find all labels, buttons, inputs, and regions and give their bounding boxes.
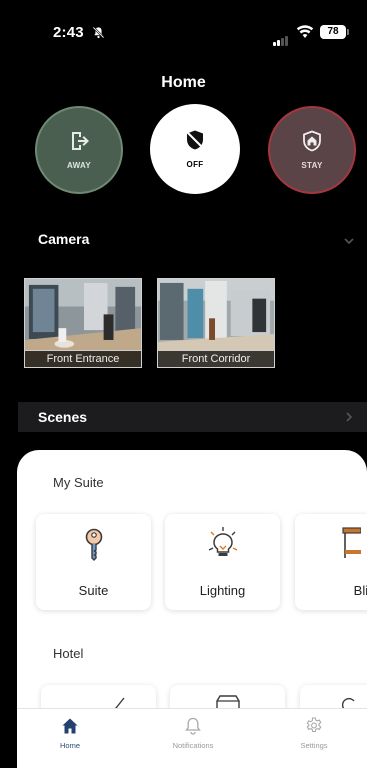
off-mode-label: OFF bbox=[186, 160, 204, 169]
wifi-icon bbox=[296, 25, 314, 38]
away-mode-button[interactable]: AWAY bbox=[35, 106, 123, 194]
bell-slash-icon bbox=[92, 26, 105, 39]
tab-home-label: Home bbox=[59, 741, 80, 750]
hotel-section-title: Hotel bbox=[53, 646, 84, 661]
blinds-icon bbox=[342, 527, 361, 558]
chevron-down-icon[interactable] bbox=[344, 236, 354, 246]
page-title: Home bbox=[161, 74, 206, 91]
chevron-right-icon[interactable] bbox=[344, 412, 354, 422]
blinds-tile-label: Blin bbox=[353, 583, 367, 598]
shield-home-icon bbox=[303, 130, 321, 152]
camera-feed-front-corridor[interactable]: Front Corridor bbox=[157, 278, 275, 368]
exit-icon bbox=[72, 132, 89, 150]
shield-off-icon bbox=[186, 130, 204, 150]
tab-notifications-label: Notifications bbox=[172, 741, 214, 750]
stay-mode-label: STAY bbox=[301, 161, 323, 170]
status-time: 2:43 bbox=[53, 24, 84, 41]
off-mode-button[interactable]: OFF bbox=[150, 104, 240, 194]
status-bar: 2:43 78 bbox=[0, 0, 367, 60]
camera-section-title: Camera bbox=[38, 231, 90, 247]
bell-icon bbox=[185, 717, 201, 735]
light-bulb-icon bbox=[208, 527, 237, 556]
suite-tile[interactable]: Suite bbox=[36, 514, 151, 610]
tab-settings[interactable]: Settings bbox=[269, 717, 359, 750]
car-icon bbox=[215, 695, 240, 708]
blinds-tile[interactable]: Blin bbox=[295, 514, 367, 610]
camera-caption: Front Corridor bbox=[158, 350, 274, 367]
cellular-signal-icon bbox=[273, 28, 289, 46]
tab-notifications[interactable]: Notifications bbox=[148, 717, 238, 750]
tab-bar: Home Notifications Settings bbox=[17, 708, 367, 768]
suite-tile-label: Suite bbox=[78, 583, 109, 598]
stay-mode-button[interactable]: STAY bbox=[268, 106, 356, 194]
home-icon bbox=[62, 718, 78, 734]
tab-home[interactable]: Home bbox=[25, 717, 115, 750]
my-suite-section-title: My Suite bbox=[53, 475, 104, 490]
scenes-section-title: Scenes bbox=[38, 409, 88, 425]
key-icon bbox=[85, 528, 102, 561]
lighting-tile-label: Lighting bbox=[199, 583, 246, 598]
gear-icon bbox=[306, 717, 322, 733]
battery-indicator: 78 bbox=[320, 25, 349, 39]
camera-caption: Front Entrance bbox=[25, 350, 141, 367]
tab-settings-label: Settings bbox=[300, 741, 328, 750]
away-mode-label: AWAY bbox=[66, 161, 92, 170]
camera-feed-front-entrance[interactable]: Front Entrance bbox=[24, 278, 142, 368]
lighting-tile[interactable]: Lighting bbox=[165, 514, 280, 610]
